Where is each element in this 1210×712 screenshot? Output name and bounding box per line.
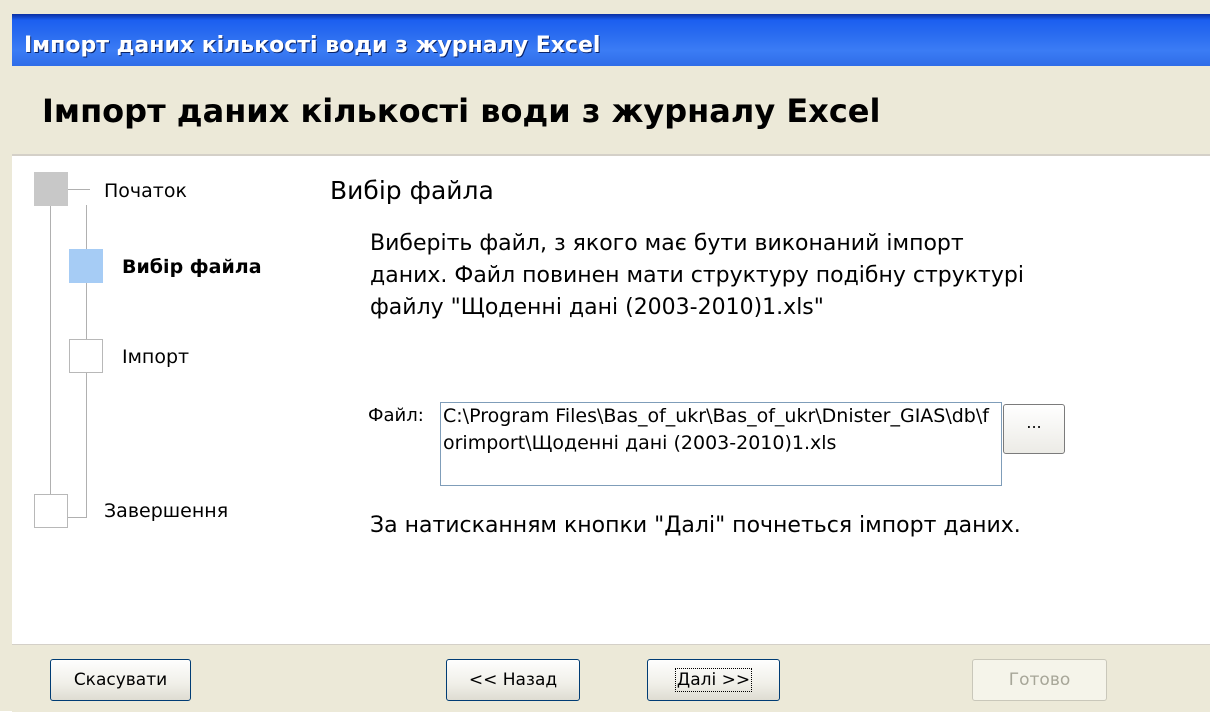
step-connector bbox=[68, 189, 90, 190]
file-label: Файл: bbox=[368, 405, 424, 426]
next-button-label: Далі >> bbox=[674, 668, 753, 692]
step-label-file-select: Вибір файла bbox=[122, 256, 262, 278]
header-title: Імпорт даних кількості води з журналу Ex… bbox=[42, 92, 881, 130]
browse-button[interactable]: ... bbox=[1003, 404, 1065, 454]
step-label-finish: Завершення bbox=[104, 500, 229, 522]
step-marker-import bbox=[69, 339, 103, 373]
instruction-note: За натисканням кнопки "Далі" почнеться і… bbox=[370, 513, 1021, 538]
finish-button[interactable]: Готово bbox=[972, 659, 1107, 701]
step-marker-start bbox=[34, 172, 68, 206]
cancel-button[interactable]: Скасувати bbox=[50, 659, 191, 701]
wizard-window: Імпорт даних кількості води з журналу Ex… bbox=[0, 0, 1210, 712]
next-button[interactable]: Далі >> bbox=[647, 659, 780, 701]
step-label-import: Імпорт bbox=[122, 346, 190, 368]
file-path-field[interactable]: C:\Program Files\Bas_of_ukr\Bas_of_ukr\D… bbox=[440, 402, 1002, 486]
step-marker-file-select bbox=[69, 249, 103, 283]
section-title: Вибір файла bbox=[330, 176, 494, 205]
steps-connector-line bbox=[50, 205, 51, 517]
back-button[interactable]: << Назад bbox=[446, 659, 580, 701]
description-text: Виберіть файл, з якого має бути виконани… bbox=[370, 231, 1024, 320]
step-marker-finish bbox=[34, 494, 68, 528]
window-title: Імпорт даних кількості води з журналу Ex… bbox=[24, 33, 601, 58]
back-button-label: << Назад bbox=[468, 670, 558, 690]
finish-button-label: Готово bbox=[1008, 670, 1071, 690]
cancel-button-label: Скасувати bbox=[73, 670, 168, 690]
step-label-start: Початок bbox=[104, 180, 187, 202]
